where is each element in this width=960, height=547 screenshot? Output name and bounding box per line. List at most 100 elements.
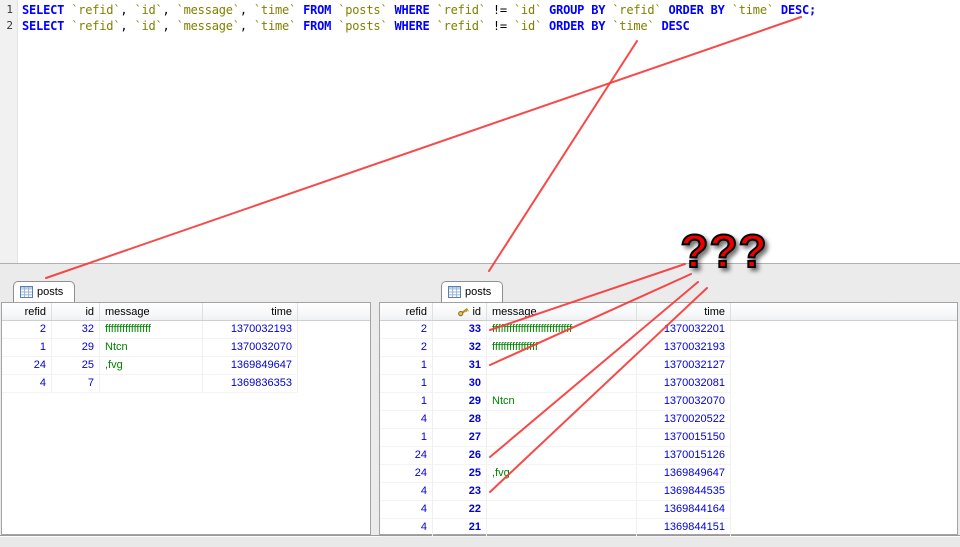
table-row[interactable]: 232ffffffffffffffff1370032193: [2, 321, 370, 339]
tab-label: posts: [37, 286, 63, 298]
table-row[interactable]: 232ffffffffffffffff1370032193: [380, 339, 957, 357]
column-header-id[interactable]: id: [433, 303, 487, 320]
results-tab-posts-right[interactable]: posts: [441, 281, 503, 302]
cell-time[interactable]: 1370015150: [637, 429, 731, 447]
column-header-refid[interactable]: refid: [2, 303, 52, 320]
cell-time[interactable]: 1370032193: [637, 339, 731, 357]
table-row[interactable]: 421 1369844151: [380, 519, 957, 537]
cell-message[interactable]: Ntcn: [100, 339, 203, 357]
cell-message[interactable]: ,fvg: [487, 465, 637, 483]
cell-message[interactable]: ,fvg: [100, 357, 203, 375]
cell-refid[interactable]: 4: [380, 483, 433, 501]
cell-message[interactable]: ffffffffffffffff: [100, 321, 203, 339]
sql-line[interactable]: 1SELECT `refid`, `id`, `message`, `time`…: [0, 2, 960, 18]
cell-message[interactable]: [100, 375, 203, 393]
cell-id[interactable]: 26: [433, 447, 487, 465]
cell-id[interactable]: 7: [52, 375, 100, 393]
cell-id[interactable]: 33: [433, 321, 487, 339]
sql-token-id: `refid`: [612, 3, 661, 17]
cell-time[interactable]: 1369844151: [637, 519, 731, 537]
cell-filler: [731, 411, 957, 429]
cell-id[interactable]: 29: [52, 339, 100, 357]
cell-refid[interactable]: 24: [380, 447, 433, 465]
column-header-refid[interactable]: refid: [380, 303, 433, 320]
cell-refid[interactable]: 24: [380, 465, 433, 483]
table-row[interactable]: 423 1369844535: [380, 483, 957, 501]
cell-refid[interactable]: 2: [380, 339, 433, 357]
cell-id[interactable]: 32: [433, 339, 487, 357]
cell-time[interactable]: 1370015126: [637, 447, 731, 465]
cell-refid[interactable]: 4: [2, 375, 52, 393]
cell-refid[interactable]: 1: [380, 393, 433, 411]
cell-refid[interactable]: 24: [2, 357, 52, 375]
cell-message[interactable]: [487, 501, 637, 519]
column-header-message[interactable]: message: [100, 303, 203, 320]
cell-id[interactable]: 23: [433, 483, 487, 501]
table-row[interactable]: 422 1369844164: [380, 501, 957, 519]
cell-message[interactable]: [487, 375, 637, 393]
cell-refid[interactable]: 2: [2, 321, 52, 339]
table-row[interactable]: 127 1370015150: [380, 429, 957, 447]
cell-refid[interactable]: 1: [380, 375, 433, 393]
cell-id[interactable]: 28: [433, 411, 487, 429]
column-header-id[interactable]: id: [52, 303, 100, 320]
cell-refid[interactable]: 4: [380, 519, 433, 537]
column-header-message[interactable]: message: [487, 303, 637, 320]
column-header-time[interactable]: time: [203, 303, 298, 320]
cell-id[interactable]: 25: [52, 357, 100, 375]
cell-refid[interactable]: 1: [2, 339, 52, 357]
results-tab-posts-left[interactable]: posts: [13, 281, 75, 302]
table-row[interactable]: 129Ntcn1370032070: [380, 393, 957, 411]
cell-time[interactable]: 1370032070: [637, 393, 731, 411]
cell-time[interactable]: 1369836353: [203, 375, 298, 393]
cell-refid[interactable]: 2: [380, 321, 433, 339]
cell-id[interactable]: 30: [433, 375, 487, 393]
table-row[interactable]: 233ffffffffffffffffffffffffffff137003220…: [380, 321, 957, 339]
cell-message[interactable]: [487, 411, 637, 429]
cell-refid[interactable]: 4: [380, 501, 433, 519]
column-header-label: time: [704, 304, 725, 320]
cell-refid[interactable]: 1: [380, 357, 433, 375]
cell-id[interactable]: 31: [433, 357, 487, 375]
cell-message[interactable]: [487, 447, 637, 465]
table-row[interactable]: 2425,fvg1369849647: [380, 465, 957, 483]
cell-id[interactable]: 32: [52, 321, 100, 339]
cell-message[interactable]: [487, 357, 637, 375]
cell-id[interactable]: 29: [433, 393, 487, 411]
cell-time[interactable]: 1370032070: [203, 339, 298, 357]
cell-message[interactable]: ffffffffffffffffffffffffffff: [487, 321, 637, 339]
cell-time[interactable]: 1369844164: [637, 501, 731, 519]
cell-time[interactable]: 1370032081: [637, 375, 731, 393]
cell-time[interactable]: 1370020522: [637, 411, 731, 429]
line-number: 1: [0, 2, 17, 18]
cell-id[interactable]: 27: [433, 429, 487, 447]
column-header-time[interactable]: time: [637, 303, 731, 320]
tab-label: posts: [465, 286, 491, 298]
table-row[interactable]: 2426 1370015126: [380, 447, 957, 465]
table-row[interactable]: 130 1370032081: [380, 375, 957, 393]
cell-time[interactable]: 1370032193: [203, 321, 298, 339]
cell-time[interactable]: 1369849647: [203, 357, 298, 375]
cell-message[interactable]: ffffffffffffffff: [487, 339, 637, 357]
cell-message[interactable]: Ntcn: [487, 393, 637, 411]
cell-message[interactable]: [487, 519, 637, 537]
cell-time[interactable]: 1370032127: [637, 357, 731, 375]
cell-refid[interactable]: 1: [380, 429, 433, 447]
cell-message[interactable]: [487, 429, 637, 447]
table-row[interactable]: 131 1370032127: [380, 357, 957, 375]
table-row[interactable]: 2425,fvg1369849647: [2, 357, 370, 375]
table-row[interactable]: 129Ntcn1370032070: [2, 339, 370, 357]
cell-id[interactable]: 22: [433, 501, 487, 519]
cell-time[interactable]: 1370032201: [637, 321, 731, 339]
table-row[interactable]: 47 1369836353: [2, 375, 370, 393]
cell-time[interactable]: 1369844535: [637, 483, 731, 501]
result-grid-right: refididmessagetime233fffffffffffffffffff…: [379, 302, 958, 535]
sql-line[interactable]: 2SELECT `refid`, `id`, `message`, `time`…: [0, 18, 960, 34]
cell-message[interactable]: [487, 483, 637, 501]
cell-time[interactable]: 1369849647: [637, 465, 731, 483]
sql-editor[interactable]: 1SELECT `refid`, `id`, `message`, `time`…: [0, 0, 960, 263]
cell-id[interactable]: 25: [433, 465, 487, 483]
cell-refid[interactable]: 4: [380, 411, 433, 429]
table-row[interactable]: 428 1370020522: [380, 411, 957, 429]
cell-id[interactable]: 21: [433, 519, 487, 537]
